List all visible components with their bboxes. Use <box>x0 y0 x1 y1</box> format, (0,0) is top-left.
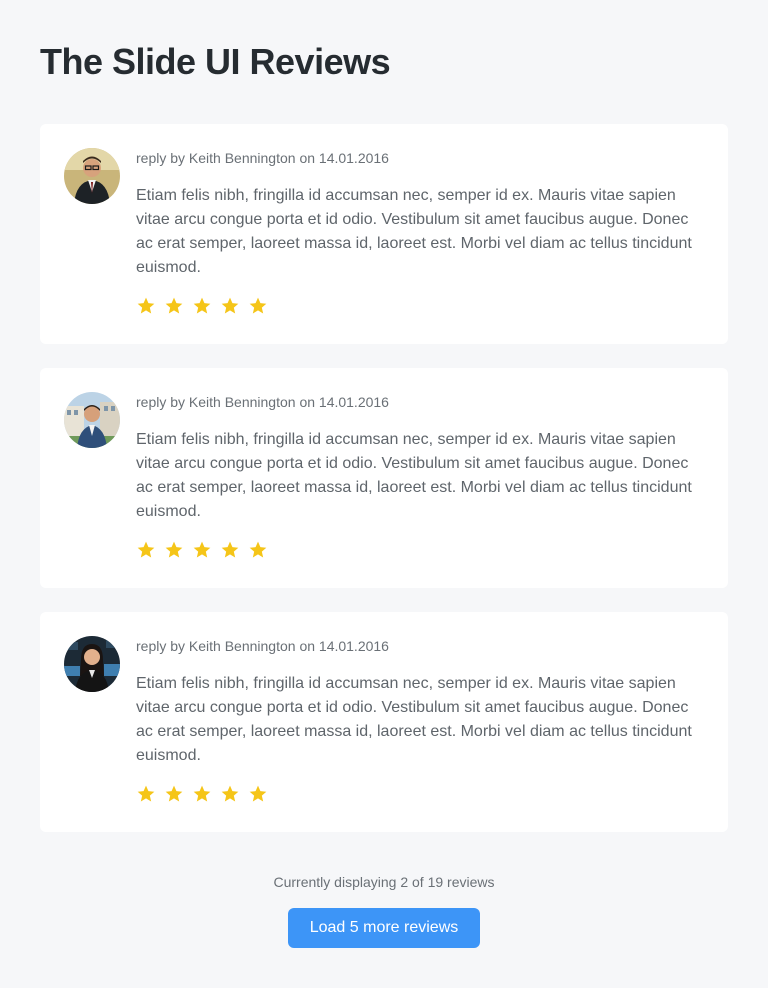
review-card: reply by Keith Bennington on 14.01.2016 … <box>40 612 728 832</box>
avatar <box>64 636 120 692</box>
avatar-man-building-icon <box>64 392 120 448</box>
avatar <box>64 392 120 448</box>
star-icon <box>193 297 211 314</box>
star-rating <box>136 784 268 804</box>
star-icon <box>221 297 239 314</box>
star-rating <box>136 296 268 316</box>
star-rating <box>136 540 268 560</box>
star-icon <box>137 541 155 558</box>
star-icon <box>193 541 211 558</box>
review-count-text: Currently displaying 2 of 19 reviews <box>273 874 495 890</box>
review-list: reply by Keith Bennington on 14.01.2016 … <box>40 124 728 856</box>
star-icon <box>137 297 155 314</box>
review-card: reply by Keith Bennington on 14.01.2016 … <box>40 368 728 588</box>
star-icon <box>165 541 183 558</box>
star-icon <box>221 785 239 802</box>
review-card: reply by Keith Bennington on 14.01.2016 … <box>40 124 728 344</box>
avatar <box>64 148 120 204</box>
star-icon <box>249 297 267 314</box>
reviews-page: The Slide UI Reviews reply by Keith Benn… <box>0 0 768 988</box>
page-title: The Slide UI Reviews <box>40 41 391 82</box>
star-icon <box>249 785 267 802</box>
review-text: Etiam felis nibh, fringilla id accumsan … <box>136 187 692 276</box>
review-meta: reply by Keith Bennington on 14.01.2016 <box>136 638 389 654</box>
star-icon <box>193 785 211 802</box>
load-more-button[interactable]: Load 5 more reviews <box>288 908 480 948</box>
avatar-woman-office-icon <box>64 636 120 692</box>
review-text: Etiam felis nibh, fringilla id accumsan … <box>136 431 692 520</box>
star-icon <box>165 785 183 802</box>
review-meta: reply by Keith Bennington on 14.01.2016 <box>136 394 389 410</box>
star-icon <box>137 785 155 802</box>
review-meta: reply by Keith Bennington on 14.01.2016 <box>136 150 389 166</box>
star-icon <box>249 541 267 558</box>
star-icon <box>221 541 239 558</box>
review-text: Etiam felis nibh, fringilla id accumsan … <box>136 675 692 764</box>
star-icon <box>165 297 183 314</box>
avatar-man-suit-glasses-icon <box>64 148 120 204</box>
